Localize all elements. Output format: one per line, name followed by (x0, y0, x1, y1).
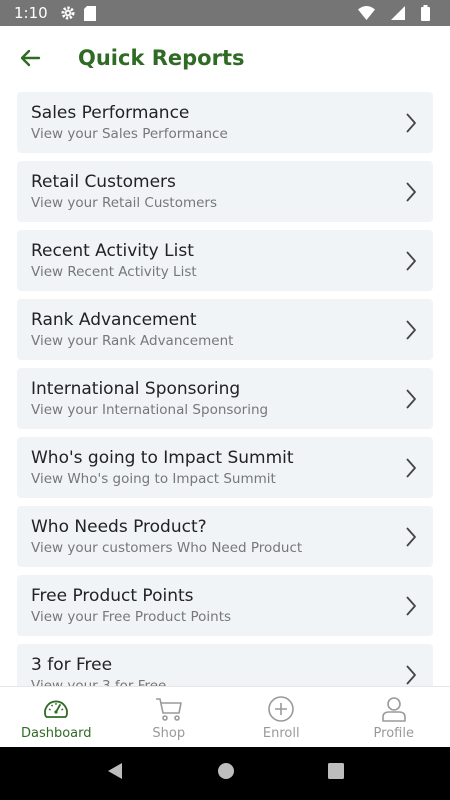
chevron-right-icon (403, 525, 419, 549)
sd-card-icon (83, 5, 96, 21)
nav-profile[interactable]: Profile (338, 687, 450, 747)
report-3-for-free[interactable]: 3 for Free View your 3 for Free (17, 644, 433, 686)
chevron-right-icon (403, 111, 419, 135)
report-impact-summit[interactable]: Who's going to Impact Summit View Who's … (17, 437, 433, 498)
reports-list[interactable]: Sales Performance View your Sales Perfor… (0, 90, 450, 686)
report-subtitle: View Who's going to Impact Summit (31, 471, 276, 487)
chevron-right-icon (403, 456, 419, 480)
report-retail-customers[interactable]: Retail Customers View your Retail Custom… (17, 161, 433, 222)
status-bar: 1:10 (0, 0, 450, 26)
status-time: 1:10 (14, 4, 48, 22)
page-title: Quick Reports (78, 46, 245, 70)
report-title: Retail Customers (31, 172, 176, 192)
report-subtitle: View your Sales Performance (31, 126, 228, 142)
nav-dashboard[interactable]: Dashboard (0, 687, 113, 747)
report-title: 3 for Free (31, 655, 113, 675)
report-title: Recent Activity List (31, 241, 194, 261)
nav-label: Enroll (262, 725, 300, 741)
gear-icon (60, 5, 76, 21)
recents-square-icon[interactable] (327, 763, 344, 784)
nav-label: Shop (152, 725, 186, 741)
report-rank-advancement[interactable]: Rank Advancement View your Rank Advancem… (17, 299, 433, 360)
report-international-sponsoring[interactable]: International Sponsoring View your Inter… (17, 368, 433, 429)
report-subtitle: View Recent Activity List (31, 264, 197, 280)
report-title: Who's going to Impact Summit (31, 448, 294, 468)
app-header: Quick Reports (0, 26, 450, 90)
report-title: Sales Performance (31, 103, 190, 123)
plus-circle-icon (266, 694, 296, 724)
nav-shop[interactable]: Shop (113, 687, 226, 747)
chevron-right-icon (403, 387, 419, 411)
wifi-icon (358, 6, 375, 20)
report-free-product-points[interactable]: Free Product Points View your Free Produ… (17, 575, 433, 636)
chevron-right-icon (403, 180, 419, 204)
report-sales-performance[interactable]: Sales Performance View your Sales Perfor… (17, 92, 433, 153)
report-subtitle: View your Free Product Points (31, 609, 232, 625)
cart-icon (154, 694, 184, 724)
report-subtitle: View your International Sponsoring (31, 402, 269, 418)
home-circle-icon[interactable] (217, 762, 235, 785)
report-subtitle: View your Retail Customers (31, 195, 218, 211)
report-title: Free Product Points (31, 586, 194, 606)
nav-enroll[interactable]: Enroll (225, 687, 338, 747)
back-triangle-icon[interactable] (106, 762, 124, 785)
report-title: International Sponsoring (31, 379, 241, 399)
report-title: Who Needs Product? (31, 517, 207, 537)
signal-icon (391, 6, 405, 20)
speedometer-icon (41, 694, 71, 724)
chevron-right-icon (403, 318, 419, 342)
report-subtitle: View your 3 for Free (31, 678, 167, 686)
report-subtitle: View your customers Who Need Product (31, 540, 303, 556)
chevron-right-icon (403, 249, 419, 273)
report-recent-activity[interactable]: Recent Activity List View Recent Activit… (17, 230, 433, 291)
report-who-needs-product[interactable]: Who Needs Product? View your customers W… (17, 506, 433, 567)
bottom-nav: Dashboard Shop Enroll Profile (0, 686, 450, 747)
report-subtitle: View your Rank Advancement (31, 333, 234, 349)
person-icon (379, 694, 409, 724)
battery-icon (421, 5, 430, 21)
system-nav-bar (0, 747, 450, 800)
back-button[interactable] (10, 38, 50, 78)
arrow-left-icon (20, 49, 41, 67)
chevron-right-icon (403, 594, 419, 618)
chevron-right-icon (403, 663, 419, 687)
nav-label: Dashboard (20, 725, 92, 741)
nav-label: Profile (373, 725, 414, 741)
report-title: Rank Advancement (31, 310, 197, 330)
